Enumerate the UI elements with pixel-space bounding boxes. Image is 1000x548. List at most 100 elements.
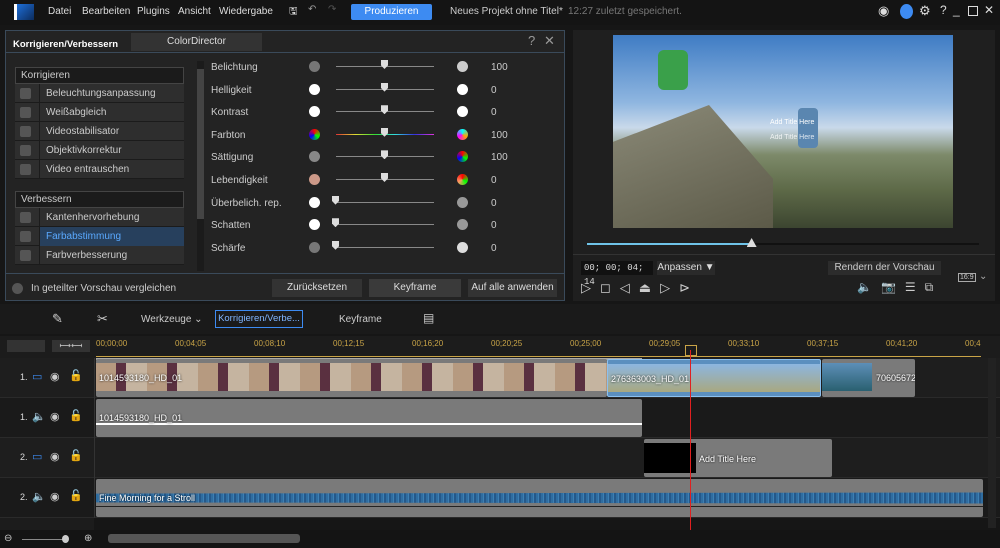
snapshot-icon[interactable]: 📷 xyxy=(881,280,896,295)
timecode[interactable]: 00; 00; 04; 14 xyxy=(581,261,653,275)
option-checkbox[interactable] xyxy=(20,212,31,223)
option-checkbox[interactable] xyxy=(20,107,31,118)
account-icon[interactable]: ◉ xyxy=(878,3,889,19)
lock-icon[interactable]: 🔓 xyxy=(69,489,83,502)
video-clip-selected[interactable]: 276363003_HD_01 xyxy=(607,359,821,397)
redo-icon[interactable]: ↷ xyxy=(328,4,336,15)
visibility-eye-icon[interactable]: ◉ xyxy=(50,410,60,423)
close-panel-icon[interactable]: ✕ xyxy=(544,33,555,49)
tab-colordirector[interactable]: ColorDirector xyxy=(131,33,262,51)
minimize-icon[interactable]: _ xyxy=(953,3,960,17)
option-item[interactable]: Objektivkorrektur xyxy=(15,141,184,160)
title-clip[interactable]: Add Title Here xyxy=(644,439,832,477)
slider-thumb[interactable] xyxy=(381,128,388,137)
video-clip[interactable]: 1014593180_HD_01 xyxy=(96,359,607,397)
adjust-slider[interactable] xyxy=(336,202,434,203)
help-icon[interactable]: ? xyxy=(528,33,535,48)
volume-icon[interactable]: 🔈 xyxy=(857,280,872,295)
settings-icon[interactable]: ⚙ xyxy=(919,3,931,19)
notification-icon[interactable] xyxy=(900,4,913,19)
previous-frame-icon[interactable]: ◁ xyxy=(620,280,630,296)
undo-icon[interactable]: ↶ xyxy=(308,4,316,15)
subtitle-icon[interactable]: ▤ xyxy=(423,311,434,325)
option-item[interactable]: Beleuchtungsanpassung xyxy=(15,84,184,103)
menu-plugins[interactable]: Plugins xyxy=(137,6,170,17)
external-preview-icon[interactable]: ⧉ xyxy=(925,280,934,295)
timeline-ruler[interactable]: ⟼⟻ 00;00;0000;04;0500;08;1000;12;1500;16… xyxy=(0,336,1000,358)
apply-all-button[interactable]: Auf alle anwenden xyxy=(468,279,557,297)
slider-thumb[interactable] xyxy=(381,105,388,114)
slider-thumb[interactable] xyxy=(332,218,339,227)
lock-icon[interactable]: 🔓 xyxy=(69,369,83,382)
produce-button[interactable]: Produzieren xyxy=(351,4,432,20)
chevron-down-icon[interactable]: ⌄ xyxy=(979,271,987,282)
menu-wiedergabe[interactable]: Wiedergabe xyxy=(219,6,273,17)
close-icon[interactable]: ✕ xyxy=(984,3,994,17)
option-item[interactable]: Video entrauschen xyxy=(15,160,184,179)
keyframe-tool-button[interactable]: Keyframe xyxy=(339,314,382,325)
list-icon[interactable]: ☰ xyxy=(905,280,916,295)
compare-checkbox[interactable] xyxy=(12,283,23,294)
option-checkbox[interactable] xyxy=(20,231,31,242)
visibility-eye-icon[interactable]: ◉ xyxy=(50,450,60,463)
fit-dropdown[interactable]: Anpassen ▼ xyxy=(657,261,715,275)
audio-clip[interactable]: 1014593180_HD_01 xyxy=(96,399,642,437)
lock-icon[interactable]: 🔓 xyxy=(69,449,83,462)
slider-thumb[interactable] xyxy=(381,173,388,182)
visibility-eye-icon[interactable]: ◉ xyxy=(50,370,60,383)
music-clip[interactable]: Fine Morning for a Stroll xyxy=(96,479,983,517)
marker-icon[interactable]: ⏏ xyxy=(639,280,651,296)
slider-thumb[interactable] xyxy=(381,150,388,159)
playhead-handle[interactable] xyxy=(685,345,697,356)
fix-enhance-button[interactable]: Korrigieren/Verbe... xyxy=(215,310,303,328)
save-icon[interactable]: 🖫 xyxy=(289,4,298,21)
preview-video: Add Title Here Add Title Here xyxy=(613,35,953,228)
option-checkbox[interactable] xyxy=(20,164,31,175)
option-checkbox[interactable] xyxy=(20,88,31,99)
option-item[interactable]: Videostabilisator xyxy=(15,122,184,141)
menu-datei[interactable]: Datei xyxy=(48,6,71,17)
slider-thumb[interactable] xyxy=(381,60,388,69)
slider-thumb[interactable] xyxy=(332,196,339,205)
group-verbessern: Verbessern KantenhervorhebungFarbabstimm… xyxy=(15,191,184,265)
video-clip[interactable]: 70605672 xyxy=(822,359,915,397)
zoom-slider[interactable] xyxy=(22,539,67,540)
zoom-in-icon[interactable]: ⊕ xyxy=(84,533,92,544)
fast-forward-icon[interactable]: ⊳ xyxy=(679,280,690,296)
visibility-eye-icon[interactable]: ◉ xyxy=(50,490,60,503)
vertical-scrollbar[interactable] xyxy=(988,358,996,528)
adjust-slider[interactable] xyxy=(336,247,434,248)
split-scissors-icon[interactable]: ✂ xyxy=(97,311,108,327)
maximize-icon[interactable] xyxy=(968,6,978,16)
options-scrollbar[interactable] xyxy=(197,61,204,271)
tools-dropdown[interactable]: Werkzeuge ⌄ xyxy=(141,314,203,325)
aspect-ratio-button[interactable]: 16:9 xyxy=(958,273,976,282)
next-frame-icon[interactable]: ▷ xyxy=(660,280,670,296)
slider-thumb[interactable] xyxy=(381,83,388,92)
option-item[interactable]: Weißabgleich xyxy=(15,103,184,122)
zoom-slider-thumb[interactable] xyxy=(62,535,69,543)
expand-timeline-button[interactable]: ⟼⟻ xyxy=(52,340,90,352)
option-item[interactable]: Kantenhervorhebung xyxy=(15,208,184,227)
zoom-out-icon[interactable]: ⊖ xyxy=(4,533,12,544)
slider-thumb[interactable] xyxy=(332,241,339,250)
option-checkbox[interactable] xyxy=(20,145,31,156)
menu-bearbeiten[interactable]: Bearbeiten xyxy=(82,6,130,17)
stop-icon[interactable]: ◻ xyxy=(600,280,611,296)
option-checkbox[interactable] xyxy=(20,250,31,261)
option-item[interactable]: Farbverbesserung xyxy=(15,246,184,265)
play-icon[interactable]: ▷ xyxy=(581,280,591,296)
preview-seek-bar[interactable] xyxy=(587,243,979,245)
edit-pen-icon[interactable]: ✎ xyxy=(52,311,63,327)
option-item[interactable]: Farbabstimmung xyxy=(15,227,184,246)
menu-ansicht[interactable]: Ansicht xyxy=(178,6,211,17)
fit-timeline-button[interactable] xyxy=(7,340,45,352)
horizontal-scrollbar[interactable] xyxy=(108,534,300,543)
option-checkbox[interactable] xyxy=(20,126,31,137)
adjust-slider[interactable] xyxy=(336,224,434,225)
help-icon[interactable]: ? xyxy=(940,3,947,17)
reset-button[interactable]: Zurücksetzen xyxy=(272,279,362,297)
keyframe-button[interactable]: Keyframe xyxy=(369,279,461,297)
render-preview-button[interactable]: Rendern der Vorschau xyxy=(828,261,941,275)
lock-icon[interactable]: 🔓 xyxy=(69,409,83,422)
